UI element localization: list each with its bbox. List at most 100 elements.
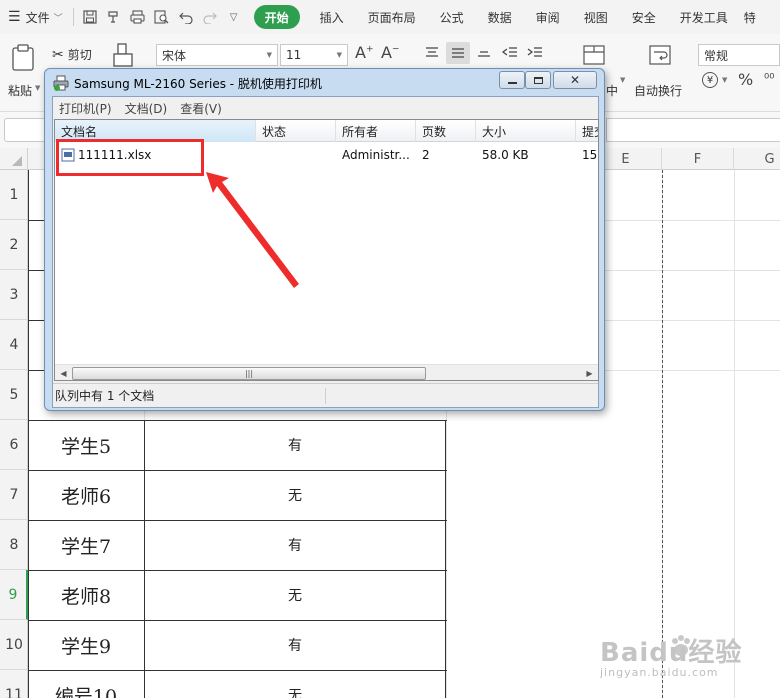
divider: [72, 8, 74, 26]
customize-toolbar-icon[interactable]: ▽: [222, 5, 246, 29]
dialog-title-bar[interactable]: Samsung ML-2160 Series - 脱机使用打印机: [53, 74, 322, 92]
printer-icon: [53, 75, 69, 91]
hamburger-icon: ☰: [8, 9, 21, 25]
chevron-down-icon: ﹀: [53, 13, 63, 24]
row-header-1[interactable]: 1: [0, 170, 28, 220]
font-name-select[interactable]: 宋体 ▼: [156, 44, 278, 66]
tab-data[interactable]: 数据: [476, 5, 524, 29]
row-header-4[interactable]: 4: [0, 320, 28, 370]
cell-b11[interactable]: 无: [144, 670, 446, 698]
cell-b8[interactable]: 有: [144, 520, 446, 570]
currency-button[interactable]: ¥ ▼: [702, 72, 727, 88]
menu-printer[interactable]: 打印机(P): [59, 100, 112, 117]
scroll-thumb[interactable]: |||: [72, 367, 426, 380]
row-header-10[interactable]: 10: [0, 620, 28, 670]
row-header-2[interactable]: 2: [0, 220, 28, 270]
increase-font-icon[interactable]: A+: [355, 43, 374, 62]
page-break-line: [662, 170, 663, 698]
printer-queue-dialog: Samsung ML-2160 Series - 脱机使用打印机 ✕ 打印机(P…: [44, 68, 605, 411]
format-painter-icon[interactable]: [102, 5, 126, 29]
maximize-icon: [533, 76, 543, 84]
column-header-pages[interactable]: 页数: [416, 120, 476, 142]
column-header-g[interactable]: G: [734, 148, 780, 170]
tab-review[interactable]: 审阅: [524, 5, 572, 29]
column-header-submitted[interactable]: 提交: [576, 120, 598, 142]
tab-home[interactable]: 开始: [253, 5, 300, 29]
table-border-line: [28, 170, 29, 420]
file-menu[interactable]: ☰ 文件 ﹀: [0, 5, 69, 29]
align-middle-icon[interactable]: [446, 42, 470, 64]
close-button[interactable]: ✕: [553, 71, 597, 89]
tab-view[interactable]: 视图: [572, 5, 620, 29]
percent-button[interactable]: %: [738, 70, 753, 89]
select-all-corner[interactable]: [0, 148, 28, 170]
chevron-down-icon: ▼: [620, 76, 626, 84]
minimize-button[interactable]: [499, 71, 525, 89]
font-size-select[interactable]: 11 ▼: [280, 44, 348, 66]
print-preview-icon[interactable]: [150, 5, 174, 29]
tab-page-layout[interactable]: 页面布局: [356, 5, 428, 29]
column-header-f[interactable]: F: [662, 148, 734, 170]
cell-b7[interactable]: 无: [144, 470, 446, 520]
chevron-down-icon: ▼: [336, 51, 342, 59]
comma-style-icon[interactable]: ⁰⁰: [764, 72, 774, 87]
chevron-down-icon: ▼: [266, 51, 272, 59]
row-header-6[interactable]: 6: [0, 420, 28, 470]
column-header-owner[interactable]: 所有者: [336, 120, 416, 142]
cell-a8[interactable]: 学生7: [28, 520, 144, 570]
scroll-right-icon[interactable]: ▶: [581, 365, 598, 380]
formula-input[interactable]: [606, 118, 780, 142]
column-header-status[interactable]: 状态: [256, 120, 336, 142]
column-header-size[interactable]: 大小: [476, 120, 576, 142]
save-icon[interactable]: [78, 5, 102, 29]
watermark-url: jingyan.baidu.com: [600, 666, 719, 679]
horizontal-scrollbar[interactable]: ◀ ||| ▶: [55, 364, 598, 380]
row-header-5[interactable]: 5: [0, 370, 28, 420]
tab-insert[interactable]: 插入: [308, 5, 356, 29]
maximize-button[interactable]: [525, 71, 551, 89]
tab-developer[interactable]: 开发工具: [668, 5, 740, 29]
dialog-title-text: Samsung ML-2160 Series - 脱机使用打印机: [74, 76, 322, 91]
scroll-left-icon[interactable]: ◀: [55, 365, 72, 380]
cell-b9[interactable]: 无: [144, 570, 446, 620]
row-header-7[interactable]: 7: [0, 470, 28, 520]
format-brush-icon[interactable]: [112, 42, 136, 71]
menu-view[interactable]: 查看(V): [180, 100, 222, 117]
document-submitted: 15:: [582, 148, 598, 162]
row-header: 1 2 3 4 5 6 7 8 9 10 11: [0, 170, 28, 698]
undo-icon[interactable]: [174, 5, 198, 29]
decrease-font-icon[interactable]: A−: [381, 43, 400, 62]
align-bottom-icon[interactable]: [476, 46, 492, 63]
print-icon[interactable]: [126, 5, 150, 29]
row-header-11[interactable]: 11: [0, 670, 28, 698]
tab-formulas[interactable]: 公式: [428, 5, 476, 29]
currency-icon: ¥: [702, 72, 718, 88]
cell-b10[interactable]: 有: [144, 620, 446, 670]
menu-bar: ☰ 文件 ﹀ ▽ 开始 插入 页面布局 公式 数据 审阅 视图 安全 开发工具 …: [0, 0, 780, 34]
cell-a9[interactable]: 老师8: [28, 570, 144, 620]
decrease-indent-icon[interactable]: [502, 46, 518, 63]
tab-security[interactable]: 安全: [620, 5, 668, 29]
wrap-text-button[interactable]: 自动换行: [634, 44, 688, 104]
row-header-9-selected[interactable]: 9: [0, 570, 28, 620]
align-top-icon[interactable]: [424, 46, 440, 63]
cell-a7[interactable]: 老师6: [28, 470, 144, 520]
dialog-status-bar: 队列中有 1 个文档: [53, 383, 598, 407]
watermark: Baidu经验 jingyan.baidu.com: [600, 632, 770, 692]
increase-indent-icon[interactable]: [527, 46, 543, 63]
row-header-3[interactable]: 3: [0, 270, 28, 320]
redo-icon[interactable]: [198, 5, 222, 29]
cell-b6[interactable]: 有: [144, 420, 446, 470]
paste-button[interactable]: 粘贴 ▼: [6, 42, 40, 102]
wrap-text-label: 自动换行: [634, 84, 683, 98]
watermark-brand: Baidu经验: [600, 638, 743, 668]
cell-a10[interactable]: 学生9: [28, 620, 144, 670]
cell-a11[interactable]: 编号10: [28, 670, 144, 698]
menu-document[interactable]: 文档(D): [125, 100, 168, 117]
number-format-select[interactable]: 常规: [698, 44, 780, 66]
cut-button[interactable]: ✂ 剪切: [52, 46, 92, 63]
row-header-8[interactable]: 8: [0, 520, 28, 570]
cut-label: 剪切: [67, 48, 92, 62]
cell-a6[interactable]: 学生5: [28, 420, 144, 470]
tab-special[interactable]: 特: [740, 5, 760, 29]
